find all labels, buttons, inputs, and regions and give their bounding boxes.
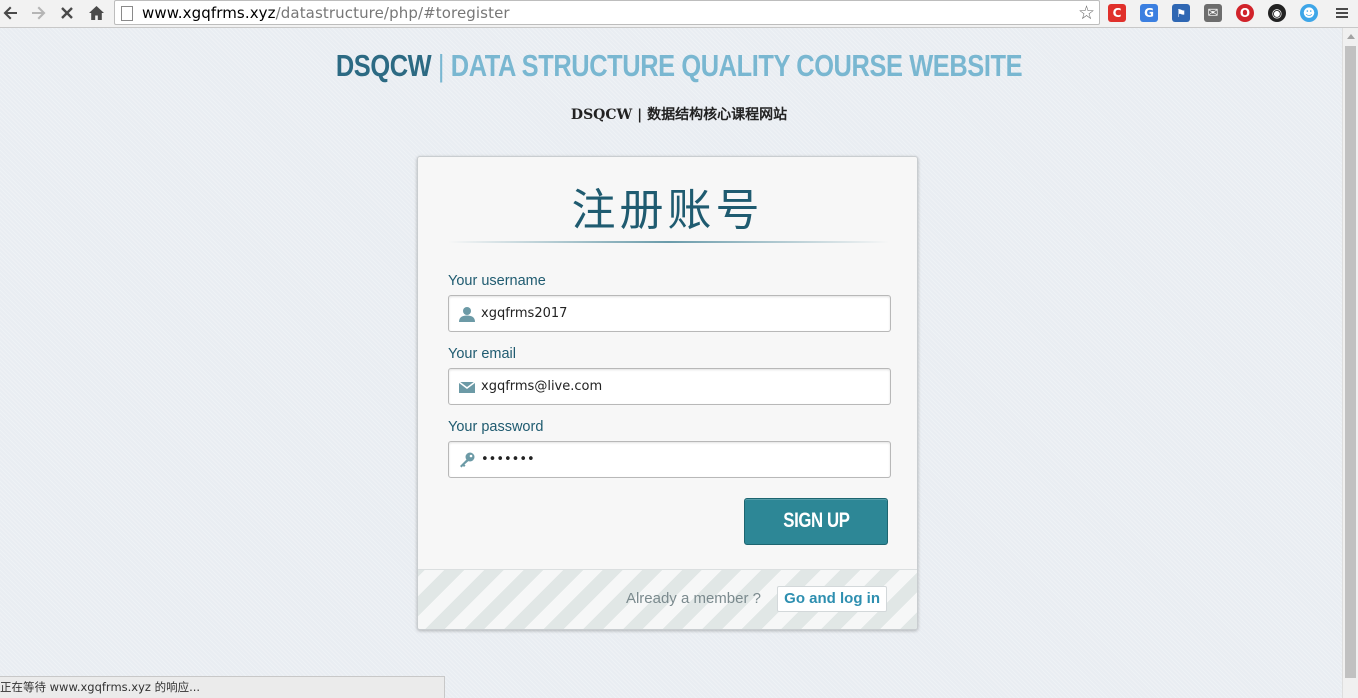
page-icon [121, 6, 133, 21]
username-label: Your username [448, 273, 546, 289]
ghost-extension-icon[interactable]: ☻ [1300, 4, 1318, 22]
email-label: Your email [448, 346, 516, 362]
stop-icon[interactable] [56, 2, 78, 24]
c-extension-icon[interactable]: C [1108, 4, 1126, 22]
key-icon [458, 452, 476, 468]
password-field[interactable] [448, 441, 891, 478]
scrollbar-thumb[interactable] [1345, 46, 1356, 678]
url-text: www.xgqfrms.xyz/datastructure/php/#toreg… [142, 4, 510, 22]
password-label: Your password [448, 419, 544, 435]
password-input[interactable] [481, 442, 881, 477]
email-input[interactable] [481, 369, 881, 404]
dial-extension-icon[interactable]: ◉ [1268, 4, 1286, 22]
star-icon[interactable]: ☆ [1078, 1, 1095, 25]
site-full-name: DATA STRUCTURE QUALITY COURSE WEBSITE [450, 48, 1023, 83]
title-divider [448, 241, 889, 243]
user-icon [458, 306, 476, 322]
card-footer: Already a member ? Go and log in [418, 569, 917, 629]
vertical-scrollbar[interactable] [1342, 28, 1358, 698]
site-separator: | [437, 48, 445, 83]
username-field[interactable] [448, 295, 891, 332]
menu-icon[interactable] [1331, 2, 1353, 24]
opera-extension-icon[interactable]: O [1236, 4, 1254, 22]
site-abbr: DSQCW [335, 48, 432, 83]
form-title: 注册账号 [571, 185, 764, 236]
site-subtitle: DSQCW | 数据结构核心课程网站 [570, 107, 788, 123]
address-bar[interactable]: www.xgqfrms.xyz/datastructure/php/#toreg… [114, 0, 1100, 25]
sign-up-button[interactable]: SIGN UP [744, 498, 888, 545]
browser-toolbar: www.xgqfrms.xyz/datastructure/php/#toreg… [0, 0, 1358, 28]
mail-extension-icon[interactable]: ✉ [1204, 4, 1222, 22]
email-field[interactable] [448, 368, 891, 405]
already-member-text: Already a member ? [625, 590, 761, 607]
status-bar: 正在等待 www.xgqfrms.xyz 的响应... [0, 676, 445, 698]
sign-up-label: SIGN UP [782, 509, 850, 532]
login-link[interactable]: Go and log in [777, 586, 887, 612]
translate-extension-icon[interactable]: G [1140, 4, 1158, 22]
forward-icon[interactable] [27, 2, 49, 24]
flag-extension-icon[interactable]: ⚑ [1172, 4, 1190, 22]
username-input[interactable] [481, 296, 881, 331]
back-icon[interactable] [0, 2, 22, 24]
home-icon[interactable] [85, 2, 107, 24]
page-body: DSQCW | DATA STRUCTURE QUALITY COURSE WE… [0, 28, 1342, 698]
site-title: DSQCW | DATA STRUCTURE QUALITY COURSE WE… [122, 48, 1236, 84]
scroll-up-icon[interactable] [1347, 34, 1355, 39]
register-card: 注册账号 Your username Your email Your passw… [417, 156, 918, 630]
envelope-icon [458, 379, 476, 395]
